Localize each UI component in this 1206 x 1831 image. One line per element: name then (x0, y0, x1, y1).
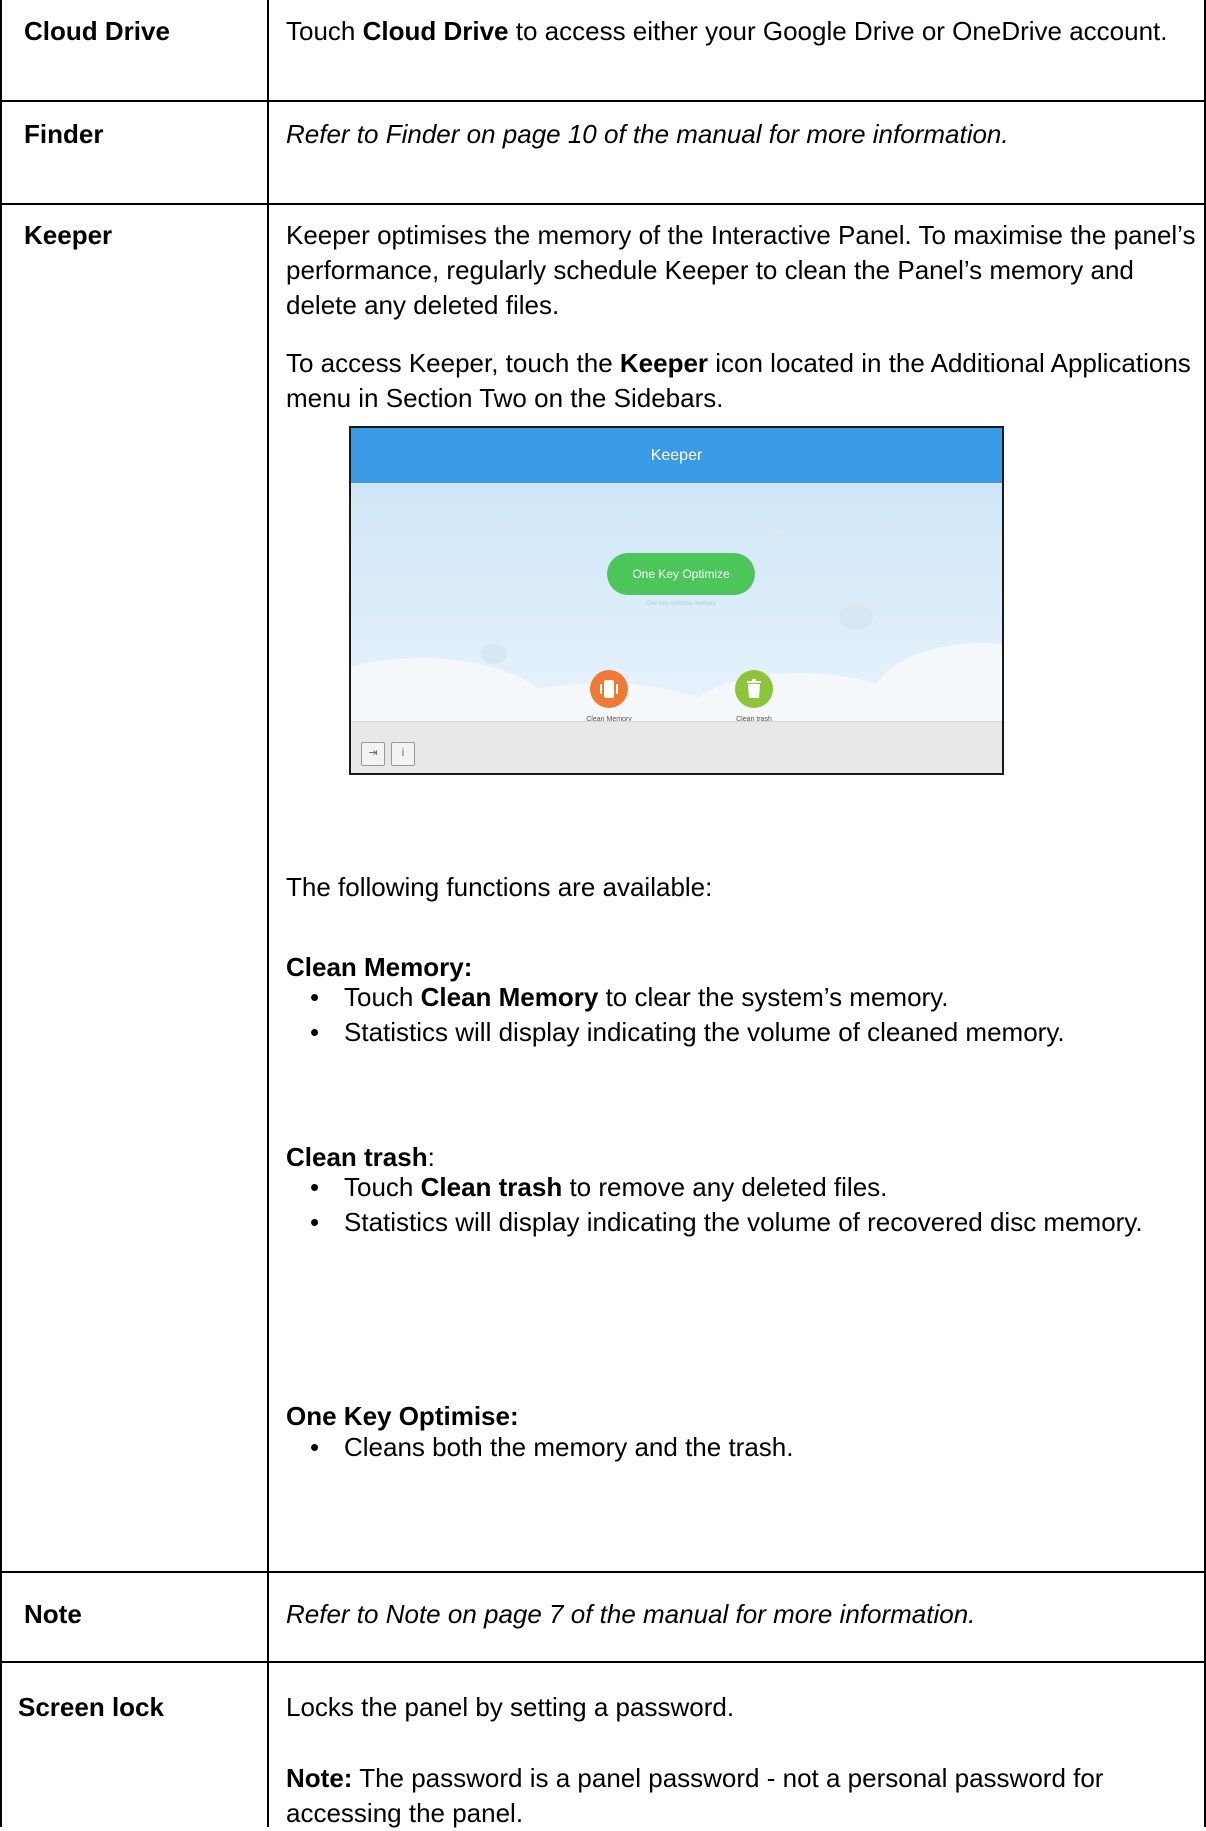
table-border-left (0, 0, 2, 1827)
text: to clear the system’s memory. (598, 982, 949, 1012)
list-item: Statistics will display indicating the v… (302, 1015, 1192, 1050)
list-item: Touch Clean Memory to clear the system’s… (302, 980, 1192, 1015)
row-label-finder: Finder (24, 119, 104, 149)
keeper-title-bar: Keeper (351, 428, 1002, 483)
row-divider (0, 1571, 1206, 1573)
cloud-decor (769, 529, 787, 543)
bold-text: Clean trash (286, 1142, 428, 1172)
one-key-list: Cleans both the memory and the trash. (302, 1430, 1192, 1465)
text: The password is a panel password - not a… (286, 1763, 1104, 1828)
one-key-optimize-button: One Key Optimize (607, 553, 755, 595)
clean-trash-icon (735, 670, 773, 708)
text: Touch (286, 16, 363, 46)
row-divider (0, 203, 1206, 205)
keeper-screenshot: Keeper One Key Optimize One key optimize… (349, 426, 1004, 775)
cloud-drive-description: Touch Cloud Drive to access either your … (286, 14, 1186, 49)
text: : (427, 1142, 435, 1172)
text: to access either your Google Drive or On… (508, 16, 1168, 46)
row-divider (0, 100, 1206, 102)
bold-text: Cloud Drive (362, 16, 509, 46)
row-divider (0, 1661, 1206, 1663)
note-description: Refer to Note on page 7 of the manual fo… (286, 1599, 976, 1629)
info-icon: i (391, 742, 415, 766)
exit-icon: ⇥ (361, 742, 385, 766)
one-key-heading: One Key Optimise: (286, 1401, 519, 1431)
clean-memory-list: Touch Clean Memory to clear the system’s… (302, 980, 1192, 1050)
clean-trash-list: Touch Clean trash to remove any deleted … (302, 1170, 1192, 1240)
list-item: Statistics will display indicating the v… (302, 1205, 1192, 1240)
bold-text: Clean Memory (420, 982, 599, 1012)
keeper-access: To access Keeper, touch the Keeper icon … (286, 346, 1201, 416)
bold-text: Keeper (619, 348, 709, 378)
row-label-note: Note (24, 1599, 82, 1629)
text: To access Keeper, touch the (286, 348, 620, 378)
row-label-keeper: Keeper (24, 220, 113, 250)
optimize-subtitle: One key optimize memory (646, 601, 716, 607)
text: Touch (344, 982, 421, 1012)
functions-intro: The following functions are available: (286, 872, 713, 902)
bold-text: Clean trash (420, 1172, 563, 1202)
bold-text: Note: (286, 1763, 353, 1793)
screen-lock-note: Note: The password is a panel password -… (286, 1761, 1186, 1831)
text: Touch (344, 1172, 421, 1202)
keeper-footer: ⇥ i (351, 721, 1002, 773)
text: to remove any deleted files. (562, 1172, 888, 1202)
keeper-intro: Keeper optimises the memory of the Inter… (286, 220, 1196, 320)
table-column-divider (267, 0, 269, 1827)
screen-lock-description: Locks the panel by setting a password. (286, 1692, 735, 1722)
list-item: Touch Clean trash to remove any deleted … (302, 1170, 1192, 1205)
row-label-cloud-drive: Cloud Drive (24, 16, 170, 46)
finder-description: Refer to Finder on page 10 of the manual… (286, 119, 1009, 149)
row-label-screen-lock: Screen lock (18, 1692, 164, 1722)
cloud-decor (481, 644, 507, 664)
cloud-decor (839, 604, 873, 630)
list-item: Cleans both the memory and the trash. (302, 1430, 1192, 1465)
clean-memory-icon (590, 670, 628, 708)
